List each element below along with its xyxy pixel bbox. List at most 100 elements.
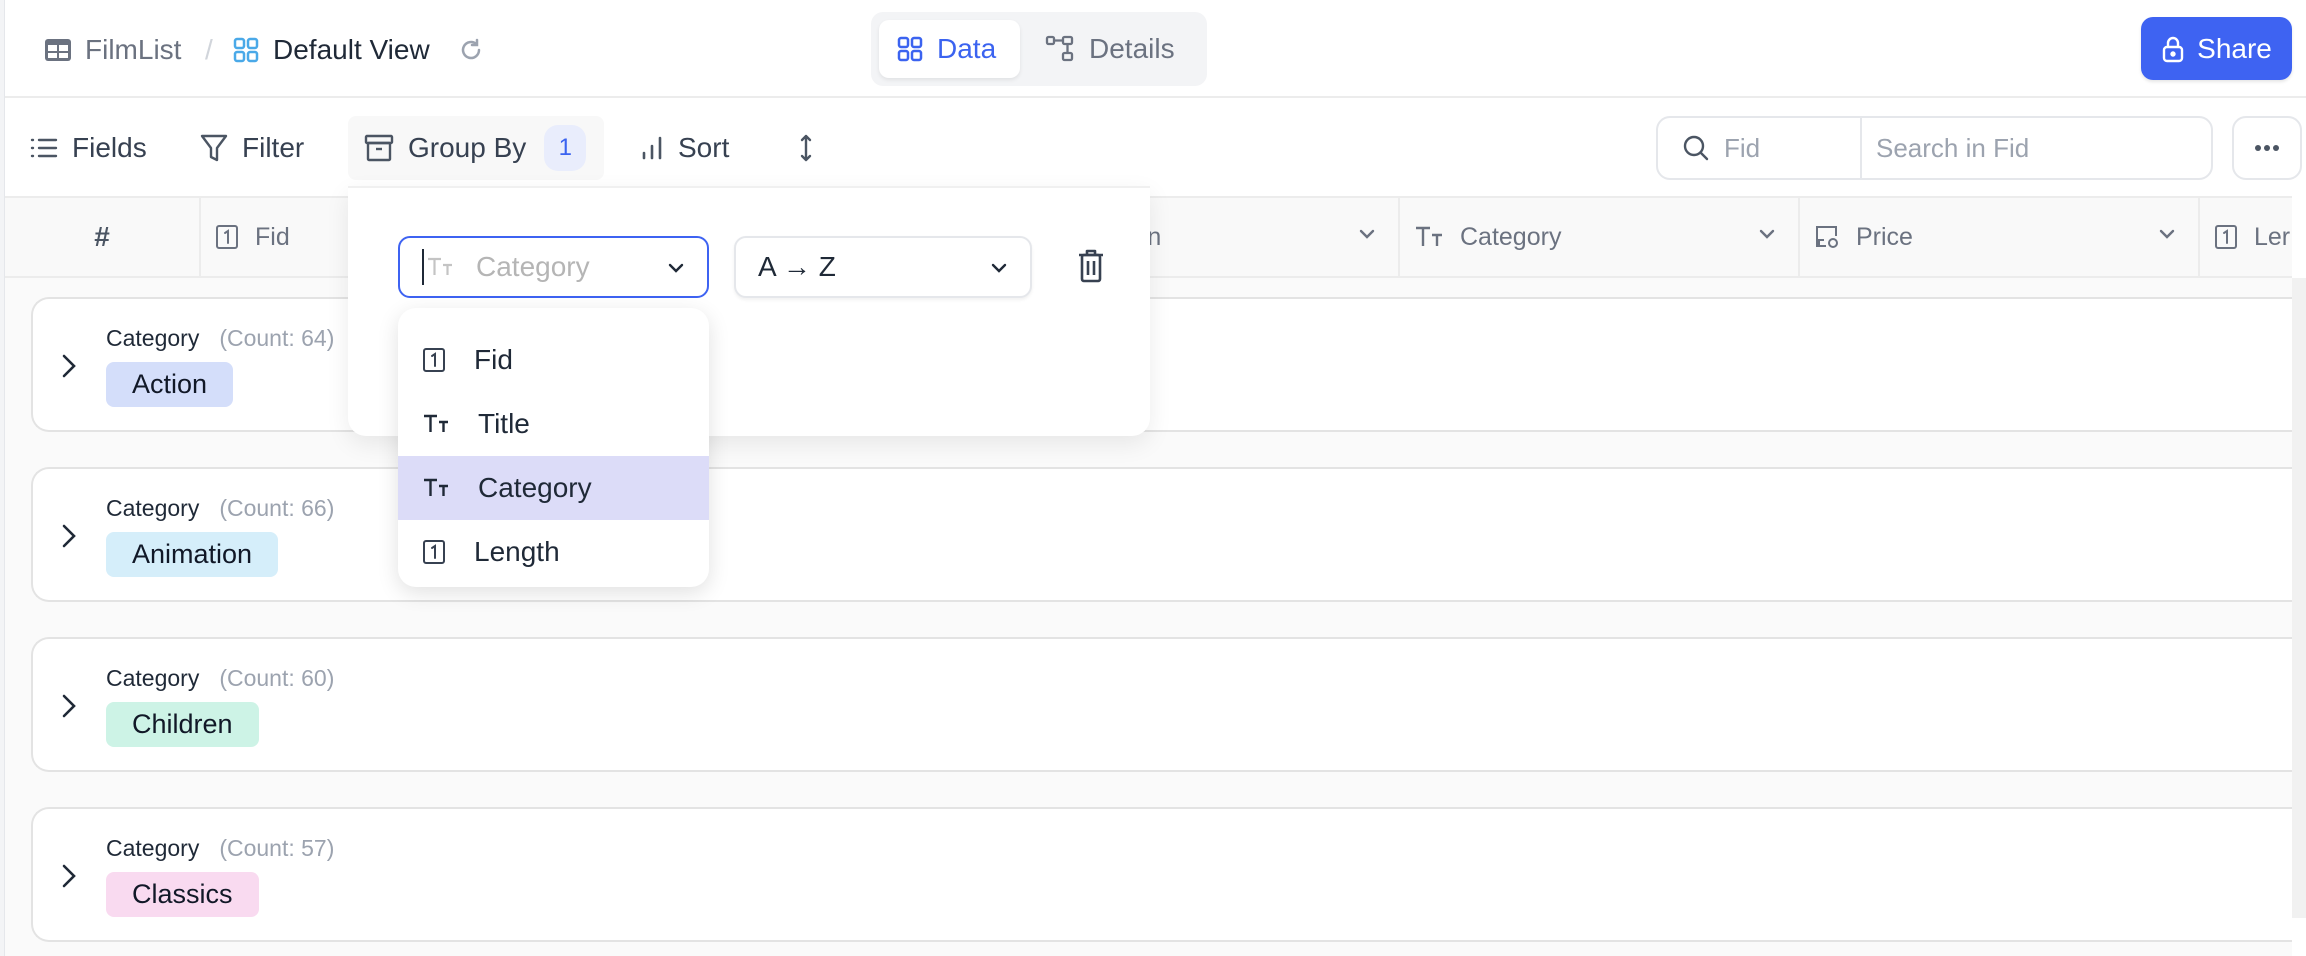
tab-data-label: Data xyxy=(937,33,997,64)
column-header-price[interactable]: Price xyxy=(1800,198,2200,276)
view-tabs: Data Details xyxy=(871,12,1207,86)
chevron-right-icon[interactable] xyxy=(61,693,77,719)
column-label: Price xyxy=(1856,222,1913,251)
currency-icon xyxy=(1814,224,1840,250)
group-value-tag: Animation xyxy=(106,532,279,577)
number-icon xyxy=(2214,224,2238,250)
group-header: Category (Count: 60) xyxy=(106,665,334,692)
group-row[interactable]: Category (Count: 60) Children xyxy=(31,637,2292,772)
search-field-selector[interactable]: Fid xyxy=(1658,118,1862,178)
chevron-down-icon[interactable] xyxy=(2158,228,2176,240)
bar-chart-icon xyxy=(640,135,664,161)
chevron-down-icon[interactable] xyxy=(1758,228,1776,240)
group-header: Category (Count: 57) xyxy=(106,835,334,862)
grid-view-icon xyxy=(233,30,259,70)
sort-label: Sort xyxy=(678,132,730,163)
breadcrumb-view[interactable]: Default View xyxy=(273,30,430,70)
breadcrumb-separator: / xyxy=(205,34,213,65)
chevron-down-icon[interactable] xyxy=(1358,228,1376,240)
search-field-label: Fid xyxy=(1724,132,1761,163)
option-label: Fid xyxy=(474,344,513,375)
column-header-length[interactable]: Ler xyxy=(2200,198,2306,276)
delete-group-button[interactable] xyxy=(1076,248,1106,288)
chevron-down-icon xyxy=(990,262,1008,274)
group-count: (Count: 66) xyxy=(219,495,335,521)
text-icon xyxy=(1414,225,1444,249)
dropdown-option-fid[interactable]: Fid xyxy=(398,328,709,392)
group-field-dropdown: Fid Title Category Length xyxy=(398,308,709,587)
group-by-label: Group By xyxy=(408,132,527,163)
column-label: Fid xyxy=(255,222,290,251)
trash-icon xyxy=(1076,248,1106,284)
row-height-button[interactable] xyxy=(786,116,826,180)
dropdown-option-title[interactable]: Title xyxy=(398,392,709,456)
group-value-tag: Children xyxy=(106,702,259,747)
number-icon xyxy=(422,347,446,373)
grid-icon xyxy=(897,36,923,62)
group-field: Category xyxy=(106,495,200,521)
group-count: (Count: 64) xyxy=(219,325,335,351)
filter-icon xyxy=(200,133,228,163)
sort-button[interactable]: Sort xyxy=(628,116,741,180)
column-label: Ler xyxy=(2254,222,2291,251)
text-icon xyxy=(422,477,450,499)
tab-details-label: Details xyxy=(1089,33,1175,64)
text-icon xyxy=(422,413,450,435)
vertical-arrows-icon xyxy=(798,133,814,163)
group-count: (Count: 60) xyxy=(219,665,335,691)
breadcrumb-table[interactable]: FilmList xyxy=(85,30,181,70)
column-header-category[interactable]: Category xyxy=(1400,198,1800,276)
chevron-right-icon[interactable] xyxy=(61,523,77,549)
refresh-icon[interactable] xyxy=(458,30,484,70)
chevron-right-icon[interactable] xyxy=(61,353,77,379)
column-header-index: # xyxy=(5,198,201,276)
archive-icon xyxy=(364,133,394,163)
filter-label: Filter xyxy=(242,132,305,163)
group-value-tag: Classics xyxy=(106,872,259,917)
tab-data[interactable]: Data xyxy=(879,20,1020,78)
search-box: Fid xyxy=(1656,116,2213,180)
group-field: Category xyxy=(106,665,200,691)
lock-icon xyxy=(2161,35,2185,63)
tab-details[interactable]: Details xyxy=(1027,20,1193,78)
group-order-value: A → Z xyxy=(758,251,836,282)
option-label: Length xyxy=(474,536,560,567)
vertical-scrollbar[interactable] xyxy=(2292,278,2306,918)
more-horizontal-icon xyxy=(2254,144,2280,152)
group-order-select[interactable]: A → Z xyxy=(734,236,1032,298)
list-icon xyxy=(30,136,58,160)
group-count: (Count: 57) xyxy=(219,835,335,861)
group-header: Category (Count: 64) xyxy=(106,325,334,352)
group-by-count-badge: 1 xyxy=(544,125,587,171)
column-label: # xyxy=(94,221,110,252)
share-button[interactable]: Share xyxy=(2141,17,2292,80)
dropdown-option-category[interactable]: Category xyxy=(398,456,709,520)
group-field: Category xyxy=(106,835,200,861)
fields-label: Fields xyxy=(72,132,147,163)
dropdown-option-length[interactable]: Length xyxy=(398,520,709,584)
column-label: Category xyxy=(1460,222,1562,251)
group-field: Category xyxy=(106,325,200,351)
group-row[interactable]: Category (Count: 57) Classics xyxy=(31,807,2292,942)
number-icon xyxy=(215,224,239,250)
group-header: Category (Count: 66) xyxy=(106,495,334,522)
option-label: Category xyxy=(478,472,592,503)
option-label: Title xyxy=(478,408,530,439)
workflow-icon xyxy=(1045,35,1075,63)
group-value-tag: Action xyxy=(106,362,234,407)
share-label: Share xyxy=(2197,32,2272,64)
chevron-down-icon xyxy=(667,262,685,274)
more-options-button[interactable] xyxy=(2232,116,2302,180)
filter-button[interactable]: Filter xyxy=(188,116,316,180)
group-field-select[interactable]: Category xyxy=(398,236,709,298)
number-icon xyxy=(422,539,446,565)
text-icon xyxy=(426,256,454,278)
group-by-button[interactable]: Group By 1 xyxy=(348,116,604,180)
group-row[interactable]: Category (Count: 66) Animation xyxy=(31,467,2292,602)
search-input[interactable] xyxy=(1862,118,2211,178)
search-icon xyxy=(1682,134,1710,162)
group-field-placeholder: Category xyxy=(476,251,590,282)
fields-button[interactable]: Fields xyxy=(18,116,159,180)
chevron-right-icon[interactable] xyxy=(61,863,77,889)
table-icon xyxy=(43,30,73,70)
